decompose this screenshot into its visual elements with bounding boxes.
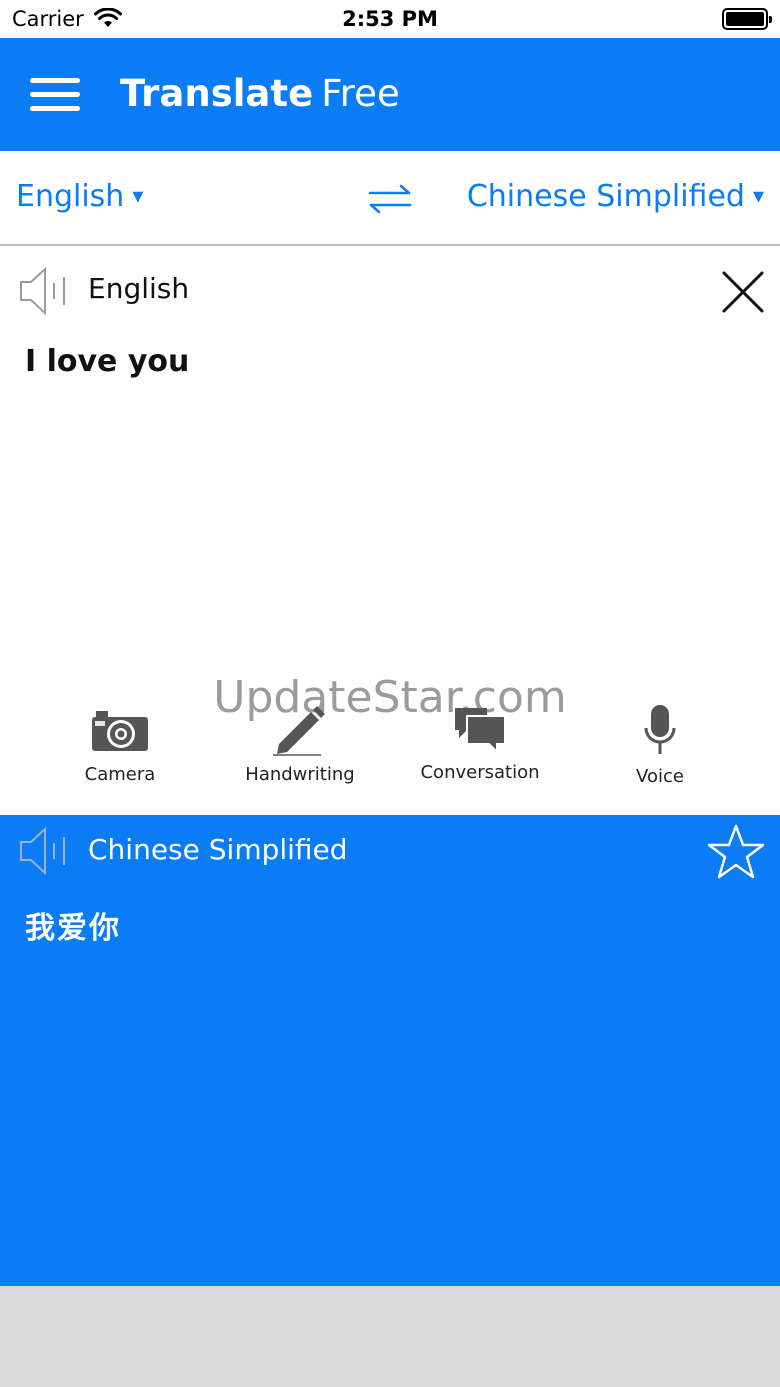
speaker-icon[interactable] (18, 825, 70, 877)
target-panel: Chinese Simplified 我爱你 (0, 815, 780, 1286)
translated-text: 我爱你 (25, 911, 121, 946)
target-panel-language: Chinese Simplified (88, 833, 348, 866)
app-title: Translate Free (120, 72, 400, 115)
voice-button[interactable]: Voice (570, 702, 750, 802)
battery-icon (722, 8, 772, 30)
nav-bar: Translate Free (0, 38, 780, 151)
source-language-selector[interactable]: English ▾ (16, 179, 143, 214)
star-icon[interactable] (706, 823, 766, 881)
source-text-input[interactable]: I love you (25, 344, 189, 379)
source-panel-language: English (88, 272, 190, 305)
input-tools: Camera Handwriting Conversation Voice (0, 702, 780, 802)
conversation-label: Conversation (420, 762, 540, 783)
chevron-down-icon: ▾ (752, 184, 764, 209)
pencil-icon (273, 706, 325, 756)
app-title-bold: Translate (120, 72, 314, 115)
target-language-selector[interactable]: Chinese Simplified ▾ (467, 179, 764, 214)
conversation-button[interactable]: Conversation (390, 702, 570, 802)
chat-bubbles-icon (455, 708, 506, 754)
handwriting-button[interactable]: Handwriting (210, 702, 390, 802)
microphone-icon (644, 705, 676, 754)
camera-label: Camera (84, 764, 156, 785)
handwriting-label: Handwriting (245, 764, 355, 785)
close-icon[interactable] (720, 269, 766, 315)
target-language-label: Chinese Simplified (466, 179, 745, 214)
bottom-area (0, 1286, 780, 1387)
status-bar: Carrier 2:53 PM (0, 0, 780, 38)
camera-button[interactable]: Camera (30, 702, 210, 802)
status-time: 2:53 PM (342, 7, 438, 31)
camera-icon (92, 711, 148, 751)
menu-icon[interactable] (30, 78, 80, 112)
source-language-label: English (16, 179, 125, 214)
speaker-icon[interactable] (18, 265, 70, 317)
voice-label: Voice (636, 766, 684, 787)
language-bar: English ▾ Chinese Simplified ▾ (0, 151, 780, 246)
chevron-down-icon: ▾ (132, 184, 144, 209)
swap-languages-icon[interactable] (367, 183, 413, 215)
app-title-light: Free (321, 72, 400, 115)
source-panel: English I love you UpdateStar.com Camera (0, 247, 780, 815)
